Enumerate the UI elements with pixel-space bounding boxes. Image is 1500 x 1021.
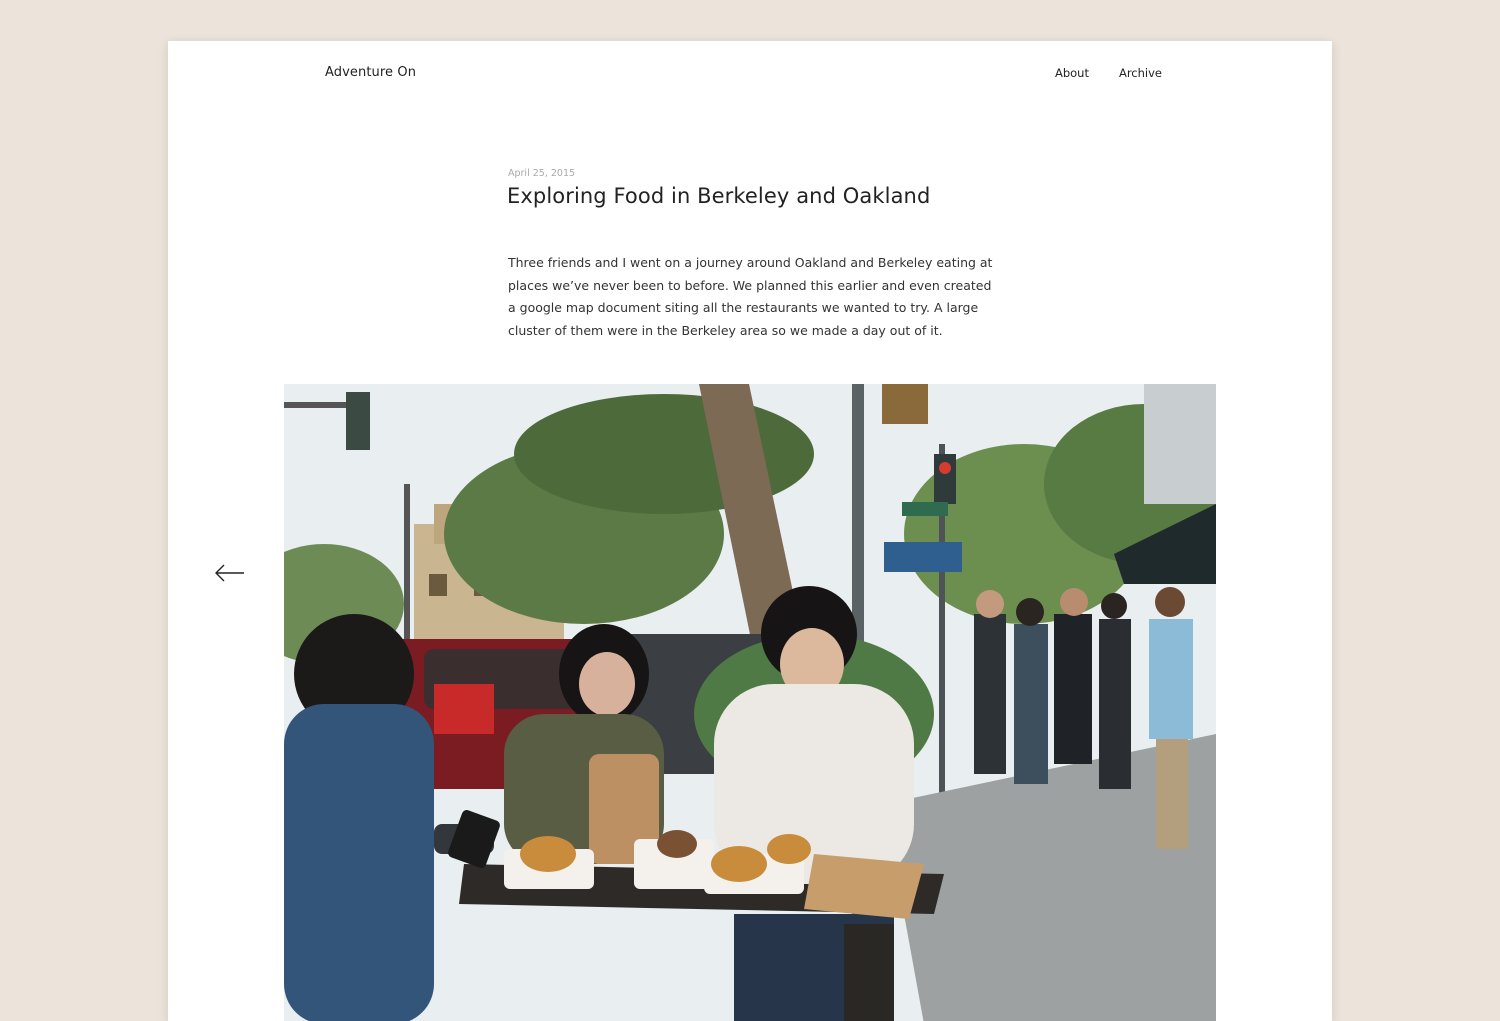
page-card: Adventure On About Archive April 25, 201… bbox=[168, 41, 1332, 1021]
arrow-left-icon[interactable] bbox=[213, 561, 247, 585]
main-nav: About Archive bbox=[1055, 66, 1162, 80]
site-title[interactable]: Adventure On bbox=[325, 65, 416, 80]
nav-link-archive[interactable]: Archive bbox=[1119, 66, 1162, 80]
post-title: Exploring Food in Berkeley and Oakland bbox=[507, 184, 931, 208]
post-date: April 25, 2015 bbox=[508, 168, 576, 179]
post-body: Three friends and I went on a journey ar… bbox=[508, 255, 993, 339]
post-photo bbox=[284, 384, 1216, 1021]
nav-link-about[interactable]: About bbox=[1055, 66, 1089, 80]
